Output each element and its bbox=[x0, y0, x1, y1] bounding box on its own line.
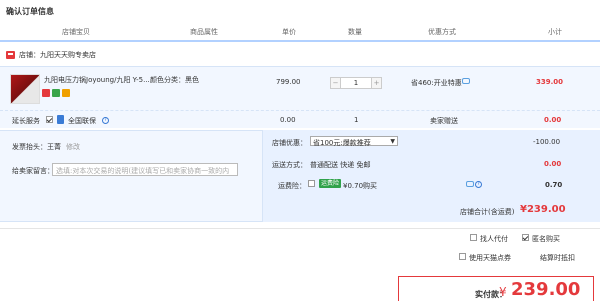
help-icon[interactable]: ? bbox=[475, 181, 482, 188]
quantity-minus-button[interactable]: − bbox=[331, 78, 341, 88]
product-name[interactable]: 九阳电压力锅Joyoung/九阳 Y-5... bbox=[44, 75, 150, 85]
use-at-checkout-text: 结算时抵扣 bbox=[540, 254, 575, 262]
product-attribute: 颜色分类：黑色 bbox=[150, 76, 199, 84]
warranty-checkbox[interactable] bbox=[46, 116, 53, 123]
product-thumbnail[interactable] bbox=[10, 74, 40, 104]
insurance-amount: 0.70 bbox=[545, 181, 563, 189]
chat-icon[interactable] bbox=[462, 78, 470, 84]
divider bbox=[0, 228, 600, 229]
service-row: 延长服务 全国联保 ? 0.00 1 卖家赠送 0.00 bbox=[0, 110, 600, 128]
col-subtotal: 小计 bbox=[548, 28, 562, 36]
shop-icon bbox=[6, 51, 15, 59]
tmall-points-label[interactable]: 使用天猫点券 bbox=[469, 253, 511, 263]
badge-7day-icon bbox=[42, 89, 50, 97]
shield-icon bbox=[57, 115, 64, 124]
table-header: 店铺宝贝 商品属性 单价 数量 优惠方式 小计 bbox=[0, 20, 600, 42]
col-shop-item: 店铺宝贝 bbox=[62, 28, 90, 36]
proxy-pay-checkbox[interactable] bbox=[470, 234, 477, 241]
pay-summary-box: 实付款： ¥ 239.00 bbox=[398, 276, 594, 301]
warranty-option: 全国联保 bbox=[68, 117, 96, 125]
service-label: 延长服务 bbox=[12, 117, 40, 125]
order-item-row: 九阳电压力锅Joyoung/九阳 Y-5... 颜色分类：黑色 799.00 省… bbox=[0, 66, 600, 110]
shop-name[interactable]: 店铺：九阳天天购专卖店 bbox=[19, 50, 96, 60]
anonymous-checkbox[interactable] bbox=[522, 234, 529, 241]
quantity-plus-button[interactable]: + bbox=[371, 78, 381, 88]
shop-gift-label: 卖家赠送 bbox=[430, 117, 458, 125]
page-title: 确认订单信息 bbox=[6, 7, 54, 16]
col-price: 单价 bbox=[282, 28, 296, 36]
quantity-stepper[interactable]: − 1 + bbox=[330, 77, 382, 89]
insurance-checkbox[interactable] bbox=[308, 180, 315, 187]
seller-message-label: 给卖家留言： bbox=[12, 167, 54, 175]
insurance-price-text: ¥0.70购买 bbox=[343, 182, 378, 190]
shop-discount-selected: 省100元:爆款推荐 bbox=[313, 139, 371, 147]
help-icon[interactable]: ? bbox=[102, 117, 109, 124]
insurance-label: 运费险： bbox=[278, 182, 306, 190]
proxy-pay-label[interactable]: 找人代付 bbox=[480, 234, 508, 244]
service-qty: 1 bbox=[354, 116, 359, 124]
shipping-method[interactable]: 普通配送 快递 免邮 bbox=[310, 160, 370, 170]
invoice-value: 王菁 bbox=[47, 143, 61, 151]
shop-discount-select[interactable]: 省100元:爆款推荐 ▼ bbox=[310, 136, 398, 147]
shop-total-label: 店铺合计(含运费) bbox=[460, 208, 515, 216]
product-badges bbox=[42, 89, 72, 99]
service-subtotal: 0.00 bbox=[544, 116, 562, 124]
item-discount: 省460:开业特惠 bbox=[411, 79, 462, 87]
chevron-down-icon: ▼ bbox=[390, 138, 395, 145]
seller-message-input[interactable]: 选填:对本次交易的说明(建议填写已和卖家协商一致的内容) bbox=[52, 163, 238, 176]
badge-card-icon bbox=[62, 89, 70, 97]
shop-discount-amount: -100.00 bbox=[533, 138, 561, 146]
col-attributes: 商品属性 bbox=[190, 28, 218, 36]
invoice-edit-link[interactable]: 修改 bbox=[66, 142, 80, 152]
invoice-label: 发票抬头： bbox=[12, 143, 47, 151]
pay-amount: 239.00 bbox=[511, 279, 581, 300]
item-subtotal: 339.00 bbox=[536, 78, 564, 86]
unit-price: 799.00 bbox=[276, 78, 301, 86]
tmall-points-checkbox[interactable] bbox=[459, 253, 466, 260]
badge-guarantee-icon bbox=[52, 89, 60, 97]
anonymous-label[interactable]: 匿名购买 bbox=[532, 234, 560, 244]
shop-discount-label: 店铺优惠： bbox=[272, 139, 307, 147]
service-price: 0.00 bbox=[280, 116, 296, 124]
col-discount: 优惠方式 bbox=[428, 28, 456, 36]
shop-total-amount: ¥239.00 bbox=[520, 204, 566, 215]
insurance-badge: 运费险 bbox=[319, 179, 342, 188]
shipping-label: 运送方式： bbox=[272, 161, 307, 169]
col-quantity: 数量 bbox=[348, 28, 362, 36]
quantity-value[interactable]: 1 bbox=[341, 78, 371, 88]
shipping-amount: 0.00 bbox=[544, 160, 562, 168]
pay-currency: ¥ bbox=[499, 285, 507, 299]
chat-icon[interactable] bbox=[466, 181, 474, 187]
